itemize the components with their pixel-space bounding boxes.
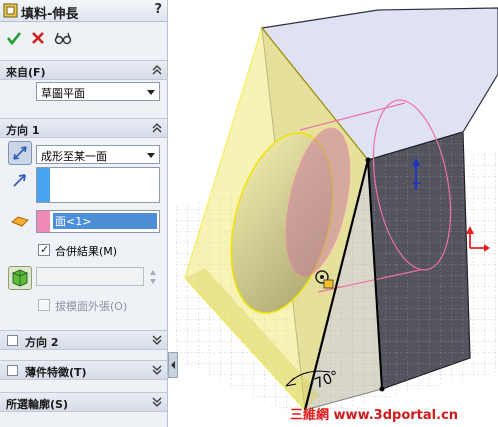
- action-toolbar: [0, 24, 167, 52]
- close-icon: [32, 32, 44, 44]
- dropdown-arrow-icon: [147, 90, 155, 95]
- origin-marker-dot: [320, 275, 324, 279]
- detailed-preview-button[interactable]: [52, 27, 74, 49]
- face-selection-list[interactable]: 面<1>: [36, 210, 160, 233]
- watermark-url: www.3dportal.cn: [333, 408, 459, 423]
- selection-color-strip: [37, 211, 50, 232]
- check-icon: [6, 32, 22, 46]
- direction2-title: 方向 2: [25, 336, 59, 349]
- selected-contours-section-header[interactable]: 所選輪廓(S): [0, 392, 167, 412]
- face-selection-icon: [11, 216, 29, 227]
- dropdown-arrow-icon: [147, 153, 155, 158]
- end-condition-value: 成形至某一面: [41, 150, 107, 163]
- watermark: 三維網 www.3dportal.cn: [290, 404, 458, 423]
- selected-contours-title: 所選輪廓(S): [6, 398, 68, 411]
- collapse-chevron-icon: [152, 123, 162, 133]
- draft-angle-input[interactable]: [36, 267, 144, 286]
- property-manager-panel: 填料-伸長 ? 來自(F) 草圖平面 方向 1 成形至某一面 面<1> ✓ 合併…: [0, 0, 168, 427]
- direction-vector-icon: [13, 174, 26, 187]
- cursor-face-icon: [323, 279, 334, 289]
- glasses-icon: [54, 32, 72, 45]
- from-section-header[interactable]: 來自(F): [0, 60, 167, 80]
- draft-icon: [12, 269, 28, 287]
- draft-toggle-button[interactable]: [8, 266, 32, 290]
- edge-vertex: [365, 157, 371, 163]
- direction1-title: 方向 1: [6, 124, 40, 137]
- expand-chevron-icon: [152, 335, 162, 345]
- help-button[interactable]: ?: [154, 2, 162, 17]
- direction-vector-list[interactable]: [36, 167, 160, 203]
- merge-result-checkbox[interactable]: ✓: [38, 243, 50, 256]
- graphics-viewport[interactable]: 70°: [169, 0, 498, 427]
- direction1-section-header[interactable]: 方向 1: [0, 118, 167, 138]
- expand-chevron-icon: [152, 397, 162, 407]
- direction2-checkbox[interactable]: [7, 335, 18, 346]
- selection-color-strip: [37, 168, 50, 202]
- selected-face-item[interactable]: 面<1>: [53, 213, 157, 229]
- thin-feature-section-header[interactable]: 薄件特徵(T): [0, 360, 167, 380]
- direction2-section-header[interactable]: 方向 2: [0, 330, 167, 350]
- start-condition-dropdown[interactable]: 草圖平面: [36, 82, 160, 101]
- draft-outward-label: 拔模面外張(O): [55, 300, 128, 313]
- draft-outward-checkbox[interactable]: [38, 299, 50, 311]
- from-section-title: 來自(F): [6, 66, 46, 79]
- end-condition-dropdown[interactable]: 成形至某一面: [36, 145, 160, 164]
- merge-result-label: 合併結果(M): [55, 245, 118, 258]
- panel-title: 填料-伸長: [21, 7, 79, 22]
- extrude-feature-icon: [3, 3, 18, 18]
- side-face-grid: [368, 132, 470, 389]
- panel-titlebar: 填料-伸長 ?: [0, 0, 167, 22]
- reverse-direction-button[interactable]: [8, 141, 32, 165]
- thin-feature-checkbox[interactable]: [7, 365, 18, 376]
- edge-vertex: [379, 386, 385, 392]
- reverse-direction-icon: [13, 146, 27, 160]
- ok-button[interactable]: [3, 27, 25, 49]
- expand-chevron-icon: [152, 365, 162, 375]
- spin-arrows-icon[interactable]: [147, 267, 159, 287]
- start-condition-value: 草圖平面: [41, 87, 85, 100]
- cancel-button[interactable]: [27, 27, 49, 49]
- watermark-cn: 三維網: [290, 408, 330, 423]
- thin-feature-title: 薄件特徵(T): [25, 366, 87, 379]
- collapse-chevron-icon: [152, 65, 162, 75]
